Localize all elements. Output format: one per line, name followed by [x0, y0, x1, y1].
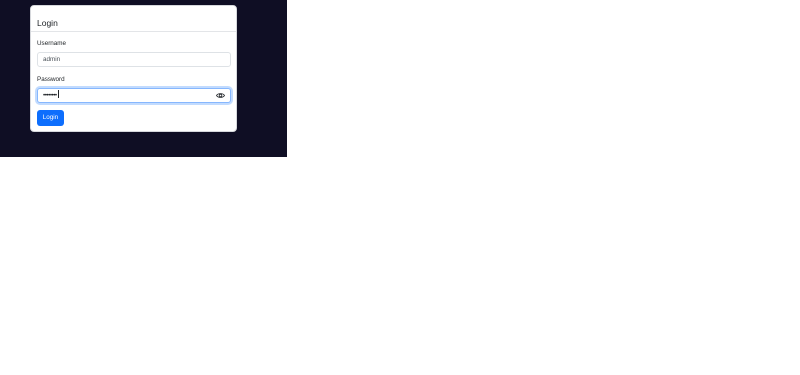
username-field[interactable]: admin [37, 52, 231, 67]
login-title: Login [37, 18, 58, 28]
username-label: Username [37, 40, 67, 47]
page-background: Login Username admin Password •••••••• L… [0, 0, 287, 157]
eye-icon[interactable] [216, 92, 225, 99]
password-label: Password [37, 76, 65, 83]
password-value: •••••••• [43, 92, 57, 99]
password-field[interactable]: •••••••• [37, 88, 231, 103]
username-value: admin [43, 56, 61, 63]
text-caret [57, 90, 59, 98]
login-card: Login Username admin Password •••••••• L… [30, 5, 237, 132]
login-button[interactable]: Login [37, 110, 64, 126]
login-card-header: Login [31, 6, 236, 32]
